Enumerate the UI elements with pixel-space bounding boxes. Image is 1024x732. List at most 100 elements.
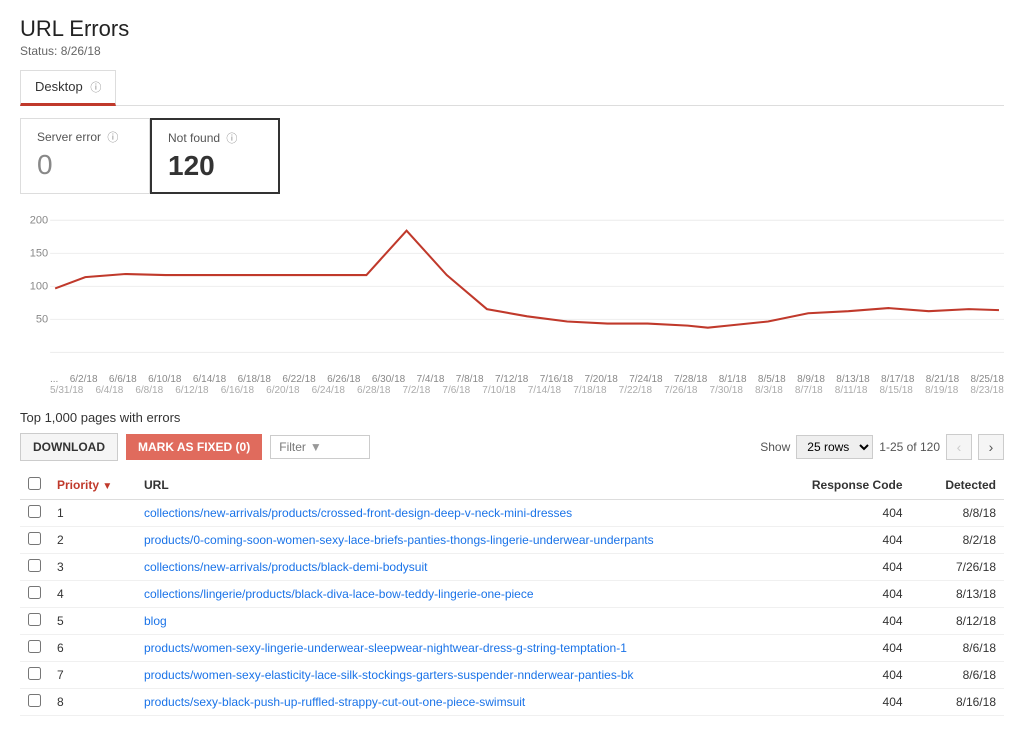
row-checkbox[interactable]	[28, 532, 41, 545]
metric-server-error-label: Server error ⓘ	[37, 129, 133, 145]
table-row: 5 blog 404 8/12/18	[20, 608, 1004, 635]
tab-desktop[interactable]: Desktop ⓘ	[20, 70, 116, 106]
row-checkbox-cell	[20, 581, 49, 608]
row-detected: 8/6/18	[923, 635, 1004, 662]
metric-not-found-help: ⓘ	[226, 133, 237, 145]
row-response-code: 404	[778, 608, 923, 635]
row-checkbox-cell	[20, 554, 49, 581]
row-checkbox[interactable]	[28, 586, 41, 599]
row-response-code: 404	[778, 554, 923, 581]
metric-server-error-help: ⓘ	[107, 132, 118, 144]
row-url: products/sexy-black-push-up-ruffled-stra…	[136, 689, 778, 716]
col-checkbox	[20, 471, 49, 500]
svg-text:150: 150	[30, 247, 48, 259]
svg-text:100: 100	[30, 280, 48, 292]
row-checkbox[interactable]	[28, 640, 41, 653]
row-detected: 8/2/18	[923, 527, 1004, 554]
row-detected: 8/8/18	[923, 500, 1004, 527]
url-link[interactable]: collections/new-arrivals/products/black-…	[144, 560, 427, 574]
table-row: 7 products/women-sexy-elasticity-lace-si…	[20, 662, 1004, 689]
filter-label: Filter	[279, 440, 306, 454]
row-checkbox-cell	[20, 527, 49, 554]
toolbar: DOWNLOAD MARK AS FIXED (0) Filter ▼ Show…	[20, 433, 1004, 461]
chart-svg: 200 150 100 50	[20, 210, 1004, 370]
col-priority[interactable]: Priority ▼	[49, 471, 136, 500]
row-priority: 6	[49, 635, 136, 662]
row-detected: 8/6/18	[923, 662, 1004, 689]
metric-server-error[interactable]: Server error ⓘ 0	[20, 118, 150, 194]
url-link[interactable]: products/sexy-black-push-up-ruffled-stra…	[144, 695, 525, 709]
row-checkbox[interactable]	[28, 667, 41, 680]
col-detected: Detected	[923, 471, 1004, 500]
svg-text:50: 50	[36, 313, 48, 325]
row-checkbox-cell	[20, 500, 49, 527]
page-range: 1-25 of 120	[879, 440, 940, 454]
url-link[interactable]: products/women-sexy-elasticity-lace-silk…	[144, 668, 634, 682]
metrics-row: Server error ⓘ 0 Not found ⓘ 120	[20, 118, 1004, 194]
url-link[interactable]: products/women-sexy-lingerie-underwear-s…	[144, 641, 627, 655]
section-title: Top 1,000 pages with errors	[20, 410, 1004, 425]
show-label: Show	[760, 440, 790, 454]
row-url: collections/new-arrivals/products/crosse…	[136, 500, 778, 527]
row-checkbox[interactable]	[28, 505, 41, 518]
table-row: 2 products/0-coming-soon-women-sexy-lace…	[20, 527, 1004, 554]
row-response-code: 404	[778, 635, 923, 662]
row-detected: 8/13/18	[923, 581, 1004, 608]
url-link[interactable]: blog	[144, 614, 167, 628]
row-detected: 8/16/18	[923, 689, 1004, 716]
row-url: products/0-coming-soon-women-sexy-lace-b…	[136, 527, 778, 554]
row-priority: 5	[49, 608, 136, 635]
row-detected: 8/12/18	[923, 608, 1004, 635]
url-link[interactable]: collections/lingerie/products/black-diva…	[144, 587, 534, 601]
row-checkbox[interactable]	[28, 559, 41, 572]
row-url: products/women-sexy-lingerie-underwear-s…	[136, 635, 778, 662]
url-link[interactable]: collections/new-arrivals/products/crosse…	[144, 506, 572, 520]
row-priority: 3	[49, 554, 136, 581]
row-url: collections/lingerie/products/black-diva…	[136, 581, 778, 608]
row-response-code: 404	[778, 662, 923, 689]
row-checkbox-cell	[20, 689, 49, 716]
row-response-code: 404	[778, 689, 923, 716]
select-all-checkbox[interactable]	[28, 477, 41, 490]
download-button[interactable]: DOWNLOAD	[20, 433, 118, 461]
filter-icon: ▼	[310, 440, 322, 454]
row-checkbox[interactable]	[28, 613, 41, 626]
tab-desktop-help: ⓘ	[90, 82, 101, 94]
col-response-code: Response Code	[778, 471, 923, 500]
metric-not-found-value: 120	[168, 150, 262, 182]
prev-page-button[interactable]: ‹	[946, 434, 972, 460]
pagination-area: Show 25 rows 10 rows 50 rows 1-25 of 120…	[760, 434, 1004, 460]
filter-box[interactable]: Filter ▼	[270, 435, 370, 459]
tabs-bar: Desktop ⓘ	[20, 70, 1004, 106]
next-page-button[interactable]: ›	[978, 434, 1004, 460]
table-row: 1 collections/new-arrivals/products/cros…	[20, 500, 1004, 527]
url-link[interactable]: products/0-coming-soon-women-sexy-lace-b…	[144, 533, 654, 547]
status-line: Status: 8/26/18	[20, 44, 1004, 58]
page-title: URL Errors	[20, 16, 1004, 42]
row-detected: 7/26/18	[923, 554, 1004, 581]
row-priority: 2	[49, 527, 136, 554]
row-response-code: 404	[778, 500, 923, 527]
row-url: blog	[136, 608, 778, 635]
errors-table: Priority ▼ URL Response Code Detected 1 …	[20, 471, 1004, 716]
table-row: 4 collections/lingerie/products/black-di…	[20, 581, 1004, 608]
row-response-code: 404	[778, 527, 923, 554]
row-checkbox-cell	[20, 662, 49, 689]
row-response-code: 404	[778, 581, 923, 608]
svg-text:200: 200	[30, 214, 48, 226]
row-checkbox[interactable]	[28, 694, 41, 707]
chart-area: 200 150 100 50	[20, 210, 1004, 370]
table-row: 6 products/women-sexy-lingerie-underwear…	[20, 635, 1004, 662]
metric-server-error-value: 0	[37, 149, 133, 181]
row-priority: 1	[49, 500, 136, 527]
row-url: products/women-sexy-elasticity-lace-silk…	[136, 662, 778, 689]
rows-select[interactable]: 25 rows 10 rows 50 rows	[796, 435, 873, 459]
row-priority: 4	[49, 581, 136, 608]
row-checkbox-cell	[20, 608, 49, 635]
col-url: URL	[136, 471, 778, 500]
metric-not-found-label: Not found ⓘ	[168, 130, 262, 146]
metric-not-found[interactable]: Not found ⓘ 120	[150, 118, 280, 194]
table-row: 8 products/sexy-black-push-up-ruffled-st…	[20, 689, 1004, 716]
row-priority: 8	[49, 689, 136, 716]
mark-fixed-button[interactable]: MARK AS FIXED (0)	[126, 434, 262, 460]
